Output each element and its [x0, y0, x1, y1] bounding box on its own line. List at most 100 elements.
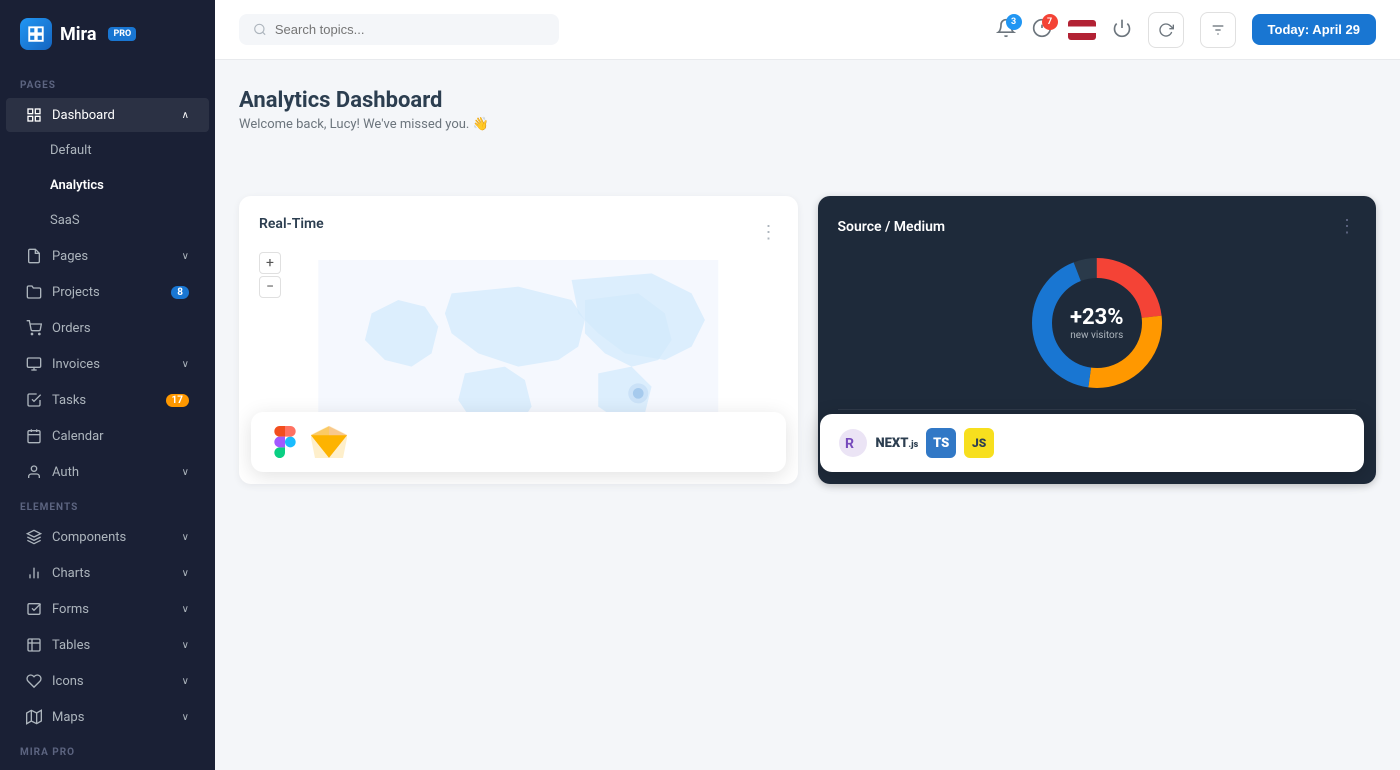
map-more-button[interactable]: ⋮ [760, 222, 778, 243]
sidebar-item-forms[interactable]: Forms ∨ [6, 592, 209, 626]
sidebar-item-label: SaaS [50, 213, 80, 228]
logo-area[interactable]: Mira PRO [0, 0, 215, 68]
today-button[interactable]: Today: April 29 [1252, 14, 1376, 45]
sidebar-item-calendar[interactable]: Calendar [6, 419, 209, 453]
tech-card-1 [251, 412, 786, 472]
page-welcome: Welcome back, Lucy! We've missed you. 👋 [239, 117, 489, 132]
chevron-down-icon: ∨ [182, 712, 189, 723]
component-icon [26, 529, 42, 545]
sidebar-item-label: Charts [52, 566, 90, 581]
logo-badge: PRO [108, 27, 136, 41]
projects-badge: 8 [171, 286, 189, 299]
sidebar-item-icons[interactable]: Icons ∨ [6, 664, 209, 698]
redux-icon: R [838, 428, 868, 458]
sidebar-item-label: Invoices [52, 357, 100, 372]
donut-pct: +23% [1070, 305, 1124, 330]
filter-icon [1210, 22, 1226, 38]
sidebar-item-pages[interactable]: Pages ∨ [6, 239, 209, 273]
sidebar-item-label: Dashboard [52, 108, 115, 123]
search-box[interactable] [239, 14, 559, 45]
tech-overlay [239, 400, 798, 484]
sidebar-item-dashboard[interactable]: Dashboard ∧ [6, 98, 209, 132]
sidebar-item-label: Tables [52, 638, 90, 653]
sidebar-item-label: Calendar [52, 429, 104, 444]
sidebar-item-tasks[interactable]: Tasks 17 [6, 383, 209, 417]
chevron-down-icon: ∨ [182, 467, 189, 478]
source-title: Source / Medium [838, 219, 946, 235]
refresh-button[interactable] [1148, 12, 1184, 48]
grid-icon [26, 107, 42, 123]
notifications-button[interactable]: 3 [996, 18, 1016, 42]
sketch-icon [311, 426, 347, 458]
source-more-button[interactable]: ⋮ [1338, 216, 1356, 237]
main-content: 3 7 Today: April 29 Analytics Dashboard [215, 0, 1400, 770]
sidebar-item-tables[interactable]: Tables ∨ [6, 628, 209, 662]
sidebar-item-label: Tasks [52, 393, 86, 408]
sidebar-item-invoices[interactable]: Invoices ∨ [6, 347, 209, 381]
sidebar-item-label: Analytics [50, 178, 104, 193]
sidebar-item-projects[interactable]: Projects 8 [6, 275, 209, 309]
stats-grid [239, 156, 1376, 176]
language-selector[interactable] [1068, 20, 1096, 40]
sidebar-item-label: Projects [52, 285, 100, 300]
chevron-down-icon: ∨ [182, 532, 189, 543]
topbar: 3 7 Today: April 29 [215, 0, 1400, 60]
sidebar-item-label: Icons [52, 674, 84, 689]
sidebar-item-orders[interactable]: Orders [6, 311, 209, 345]
map-zoom-in[interactable]: + [259, 252, 281, 274]
power-icon [1112, 18, 1132, 38]
folder-icon [26, 284, 42, 300]
table-icon [26, 637, 42, 653]
map-zoom-out[interactable]: − [259, 276, 281, 298]
invoice-icon [26, 356, 42, 372]
elements-section-label: ELEMENTS [0, 490, 215, 519]
figma-icon [269, 426, 301, 458]
file-icon [26, 248, 42, 264]
realtime-map-card: Real-Time ⋮ + − [239, 196, 798, 484]
sidebar-item-charts[interactable]: Charts ∨ [6, 556, 209, 590]
sidebar-item-default[interactable]: Default [6, 134, 209, 167]
sidebar-item-analytics[interactable]: Analytics [6, 169, 209, 202]
sidebar-item-label: Pages [52, 249, 88, 264]
nextjs-label: NEXT.js [876, 436, 919, 451]
chevron-down-icon: ∨ [182, 251, 189, 262]
sidebar-item-label: Components [52, 530, 126, 545]
notifications-badge: 3 [1006, 14, 1022, 30]
chevron-down-icon: ∨ [182, 640, 189, 651]
map-controls: + − [259, 252, 281, 298]
sidebar-item-label: Orders [52, 321, 91, 336]
page-title: Analytics Dashboard [239, 88, 489, 113]
bottom-row: Real-Time ⋮ + − [239, 196, 1376, 484]
donut-label: new visitors [1070, 330, 1124, 341]
sidebar: Mira PRO PAGES Dashboard ∧ Default Analy… [0, 0, 215, 770]
page-header: Analytics Dashboard Welcome back, Lucy! … [239, 88, 1376, 132]
alerts-badge: 7 [1042, 14, 1058, 30]
sidebar-item-maps[interactable]: Maps ∨ [6, 700, 209, 734]
logo-text: Mira [60, 24, 96, 45]
source-medium-card: Source / Medium ⋮ +23% n [818, 196, 1377, 484]
power-button[interactable] [1112, 18, 1132, 42]
form-icon [26, 601, 42, 617]
mira-pro-section-label: MIRA PRO [0, 735, 215, 764]
chart-icon [26, 565, 42, 581]
chevron-down-icon: ∨ [182, 676, 189, 687]
chevron-up-icon: ∧ [182, 110, 189, 121]
user-icon [26, 464, 42, 480]
sidebar-item-label: Maps [52, 710, 84, 725]
sidebar-item-components[interactable]: Components ∨ [6, 520, 209, 554]
search-input[interactable] [275, 22, 545, 37]
chevron-down-icon: ∨ [182, 604, 189, 615]
filter-button[interactable] [1200, 12, 1236, 48]
javascript-icon: JS [964, 428, 994, 458]
sidebar-item-auth[interactable]: Auth ∨ [6, 455, 209, 489]
refresh-icon [1158, 22, 1174, 38]
logo-icon [20, 18, 52, 50]
page-content: Analytics Dashboard Welcome back, Lucy! … [215, 60, 1400, 770]
typescript-icon: TS [926, 428, 956, 458]
icons-icon [26, 673, 42, 689]
sidebar-item-saas[interactable]: SaaS [6, 204, 209, 237]
chevron-down-icon: ∨ [182, 568, 189, 579]
map-title-row: Real-Time ⋮ [259, 216, 778, 248]
alerts-button[interactable]: 7 [1032, 18, 1052, 42]
search-icon [253, 22, 267, 37]
